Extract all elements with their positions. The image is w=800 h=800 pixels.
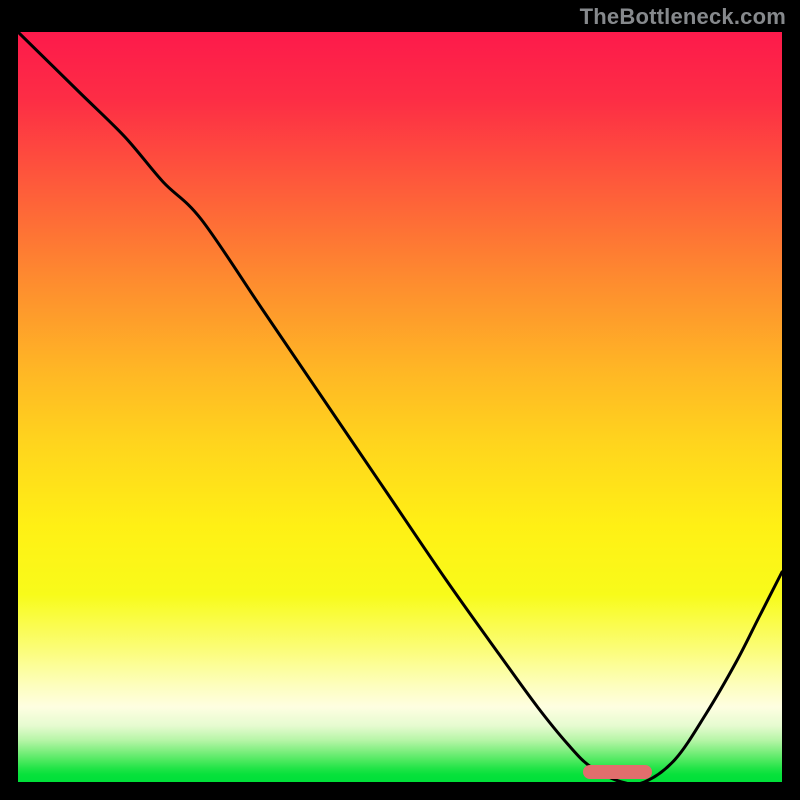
- chart-frame: TheBottleneck.com: [0, 0, 800, 800]
- plot-area: [18, 32, 782, 782]
- bottleneck-curve: [18, 32, 782, 782]
- watermark-text: TheBottleneck.com: [580, 4, 786, 30]
- optimal-range-marker: [583, 765, 652, 779]
